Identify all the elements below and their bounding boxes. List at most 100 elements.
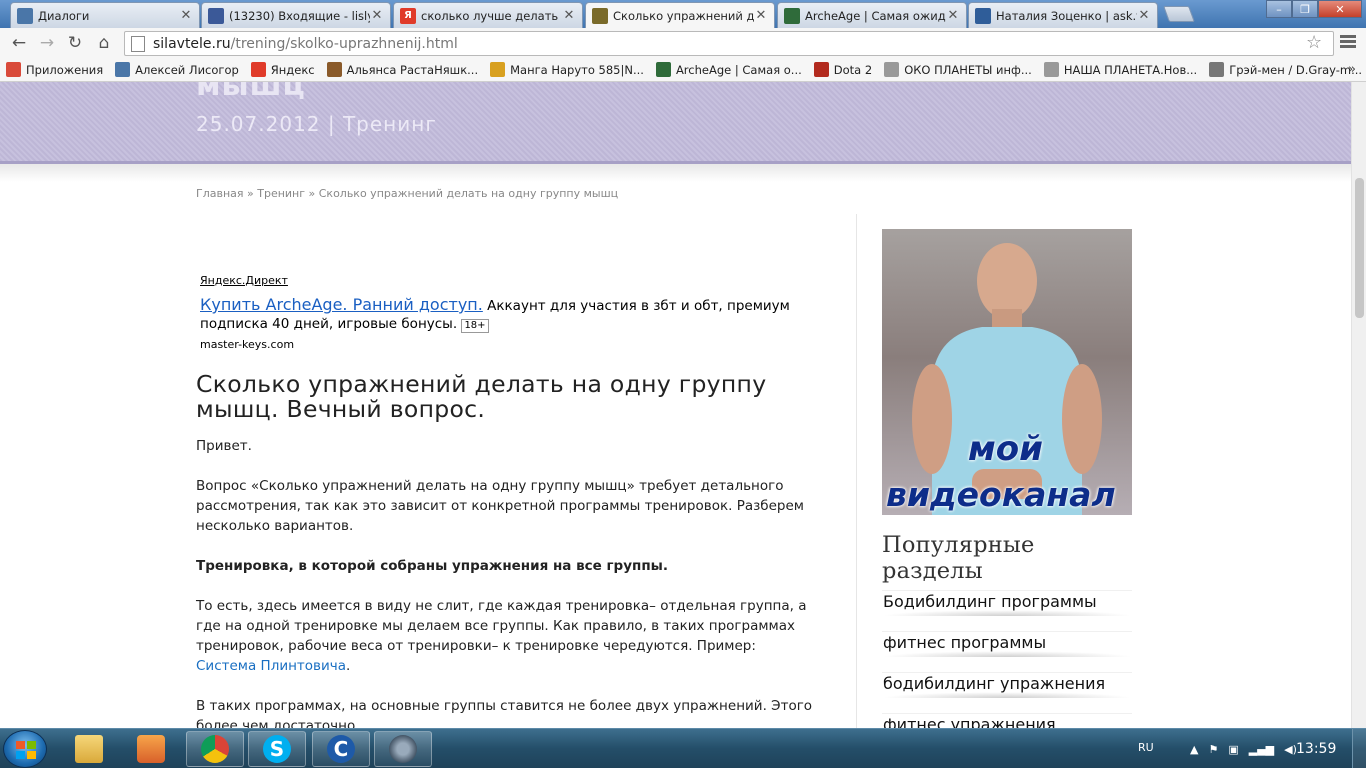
scrollbar-thumb[interactable] — [1355, 178, 1364, 318]
flag-icon[interactable]: ⚑ — [1208, 743, 1218, 756]
ad-title-link[interactable]: Купить ArcheAge. Ранний доступ. — [200, 295, 483, 314]
folder-icon — [75, 735, 103, 763]
volume-icon[interactable]: ◀) — [1284, 743, 1297, 756]
voice-app-taskbar-button[interactable] — [374, 731, 432, 767]
ad-body: Купить ArcheAge. Ранний доступ. Аккаунт … — [200, 296, 810, 333]
clock[interactable]: 13:59 — [1296, 741, 1336, 757]
show-hidden-icons-icon[interactable]: ▲ — [1190, 743, 1198, 756]
bookmark-item[interactable]: Грэй-мен / D.Gray-m... — [1209, 62, 1362, 77]
plintovich-system-link[interactable]: Система Плинтовича — [196, 658, 346, 674]
bookmarks-overflow-chevron[interactable]: » — [1348, 62, 1356, 77]
chrome-icon — [201, 735, 229, 763]
archeage-icon — [655, 62, 671, 77]
show-desktop-button[interactable] — [1352, 729, 1366, 768]
naruto-icon — [490, 62, 506, 77]
new-tab-button[interactable] — [1163, 6, 1195, 22]
tab-title: (13230) Входящие - lislyosh — [229, 8, 370, 23]
page-icon — [1043, 62, 1059, 77]
c-logo-icon: C — [327, 735, 355, 763]
article: Сколько упражнений делать на одну группу… — [196, 370, 816, 729]
network-signal-icon[interactable]: ▂▄▆ — [1249, 743, 1274, 756]
tab-6[interactable]: Наталия Зоценко | ask.fm ✕ — [968, 2, 1158, 28]
page-icon — [131, 35, 145, 52]
device-icon[interactable]: ▣ — [1228, 743, 1238, 756]
bookmark-star-icon[interactable]: ☆ — [1306, 32, 1322, 53]
popular-sections-title: Популярные разделы — [882, 532, 1035, 584]
forward-arrow-icon[interactable]: → — [36, 32, 58, 54]
tab-1[interactable]: Диалоги ✕ — [10, 2, 200, 28]
tab-close-icon[interactable]: ✕ — [562, 8, 576, 23]
ad-source-link[interactable]: Яндекс.Директ — [200, 274, 810, 287]
popular-section-link[interactable]: бодибилдинг упражнения — [882, 672, 1132, 698]
paragraph-text: То есть, здесь имеется в виду не слит, г… — [196, 598, 807, 654]
tab-strip: Диалоги✕(13230) Входящие - lislyosh✕Яско… — [0, 0, 1366, 28]
promo-line-1: мой — [968, 429, 1043, 469]
breadcrumb[interactable]: Главная » Тренинг » Сколько упражнений д… — [196, 187, 618, 200]
media-player-taskbar-button[interactable] — [122, 731, 180, 767]
bookmark-item[interactable]: Альянса РастаНяшк... — [326, 62, 479, 77]
age-badge: 18+ — [461, 319, 489, 333]
yandex-direct-ad: Яндекс.Директ Купить ArcheAge. Ранний до… — [200, 274, 810, 351]
tab-close-icon[interactable]: ✕ — [754, 8, 768, 23]
article-title: Сколько упражнений делать на одну группу… — [196, 370, 767, 423]
bookmark-label: ОКО ПЛАНЕТЫ инф... — [904, 62, 1032, 77]
home-icon[interactable]: ⌂ — [93, 32, 115, 54]
bookmark-item[interactable]: ОКО ПЛАНЕТЫ инф... — [884, 62, 1032, 77]
explorer-taskbar-button[interactable] — [60, 731, 118, 767]
system-tray: ▲ ⚑ ▣ ▂▄▆ ◀) — [1190, 729, 1297, 768]
tab-title: Наталия Зоценко | ask.fm — [996, 8, 1137, 23]
back-arrow-icon[interactable]: ← — [8, 32, 30, 54]
chrome-taskbar-button[interactable] — [186, 731, 244, 767]
sidebar-divider — [856, 214, 857, 728]
article-subheading: Тренировка, в которой собраны упражнения… — [196, 558, 669, 574]
address-bar[interactable]: silavtele.ru/trening/skolko-uprazhnenij.… — [124, 31, 1334, 56]
tab-title: сколько лучше делать упр — [421, 8, 562, 23]
site-header: мышц 25.07.2012 | Тренинг — [0, 82, 1351, 164]
windows-taskbar: S C RU ▲ ⚑ ▣ ▂▄▆ ◀) 13:59 — [0, 728, 1366, 768]
bookmark-item[interactable]: Dota 2 — [813, 62, 872, 77]
tab-3[interactable]: Ясколько лучше делать упр✕ — [393, 2, 583, 28]
tab-5[interactable]: ArcheAge | Самая ожидаем✕ — [777, 2, 967, 28]
bookmark-label: Алексей Лисогор — [135, 62, 239, 77]
paragraph-end: . — [346, 658, 351, 674]
popular-section-link[interactable]: фитнес упражнения — [882, 713, 1132, 728]
tab-close-icon[interactable]: ✕ — [370, 8, 384, 23]
archeage-icon — [784, 7, 800, 24]
window-controls: – ❐ ✕ — [1266, 0, 1362, 18]
tab-4[interactable]: Сколько упражнений дела✕ — [585, 2, 775, 28]
windows-logo-icon — [16, 741, 36, 759]
media-player-icon — [137, 735, 165, 763]
bookmark-item[interactable]: Манга Наруто 585|N... — [490, 62, 644, 77]
popular-section-link[interactable]: Бодибилдинг программы — [882, 590, 1132, 616]
language-indicator[interactable]: RU — [1138, 741, 1154, 754]
bookmark-item[interactable]: Яндекс — [250, 62, 315, 77]
bookmark-item[interactable]: НАША ПЛАНЕТА.Нов... — [1043, 62, 1197, 77]
tab-close-icon[interactable]: ✕ — [946, 8, 960, 23]
maximize-button[interactable]: ❐ — [1292, 0, 1318, 18]
tab-title: Диалоги — [38, 8, 90, 23]
page-viewport: мышц 25.07.2012 | Тренинг Главная » Трен… — [0, 82, 1351, 728]
page-scrollbar[interactable] — [1351, 82, 1366, 728]
video-channel-banner[interactable]: мой видеоканал — [882, 229, 1132, 515]
article-paragraph: В таких программах, на основные группы с… — [196, 698, 813, 728]
bookmark-item[interactable]: Алексей Лисогор — [115, 62, 239, 77]
skype-taskbar-button[interactable]: S — [248, 731, 306, 767]
ad-domain[interactable]: master-keys.com — [200, 338, 810, 351]
tab-2[interactable]: (13230) Входящие - lislyosh✕ — [201, 2, 391, 28]
start-button[interactable] — [3, 730, 47, 768]
bookmark-item[interactable]: Приложения — [6, 62, 103, 77]
coach-photo — [912, 243, 1102, 515]
reload-icon[interactable]: ↻ — [64, 32, 86, 54]
url-host: silavtele.ru — [153, 35, 231, 52]
bookmark-label: Грэй-мен / D.Gray-m... — [1229, 62, 1363, 77]
bookmark-item[interactable]: ArcheAge | Самая о... — [655, 62, 802, 77]
bookmark-label: Альянса РастаНяшк... — [346, 62, 479, 77]
minimize-button[interactable]: – — [1266, 0, 1292, 18]
popular-section-link[interactable]: фитнес программы — [882, 631, 1132, 657]
yandex-icon — [250, 62, 266, 77]
app-taskbar-button[interactable]: C — [312, 731, 370, 767]
close-window-button[interactable]: ✕ — [1318, 0, 1362, 18]
tab-close-icon[interactable]: ✕ — [1137, 8, 1151, 23]
chrome-menu-icon[interactable] — [1340, 33, 1356, 50]
tab-close-icon[interactable]: ✕ — [179, 8, 193, 23]
